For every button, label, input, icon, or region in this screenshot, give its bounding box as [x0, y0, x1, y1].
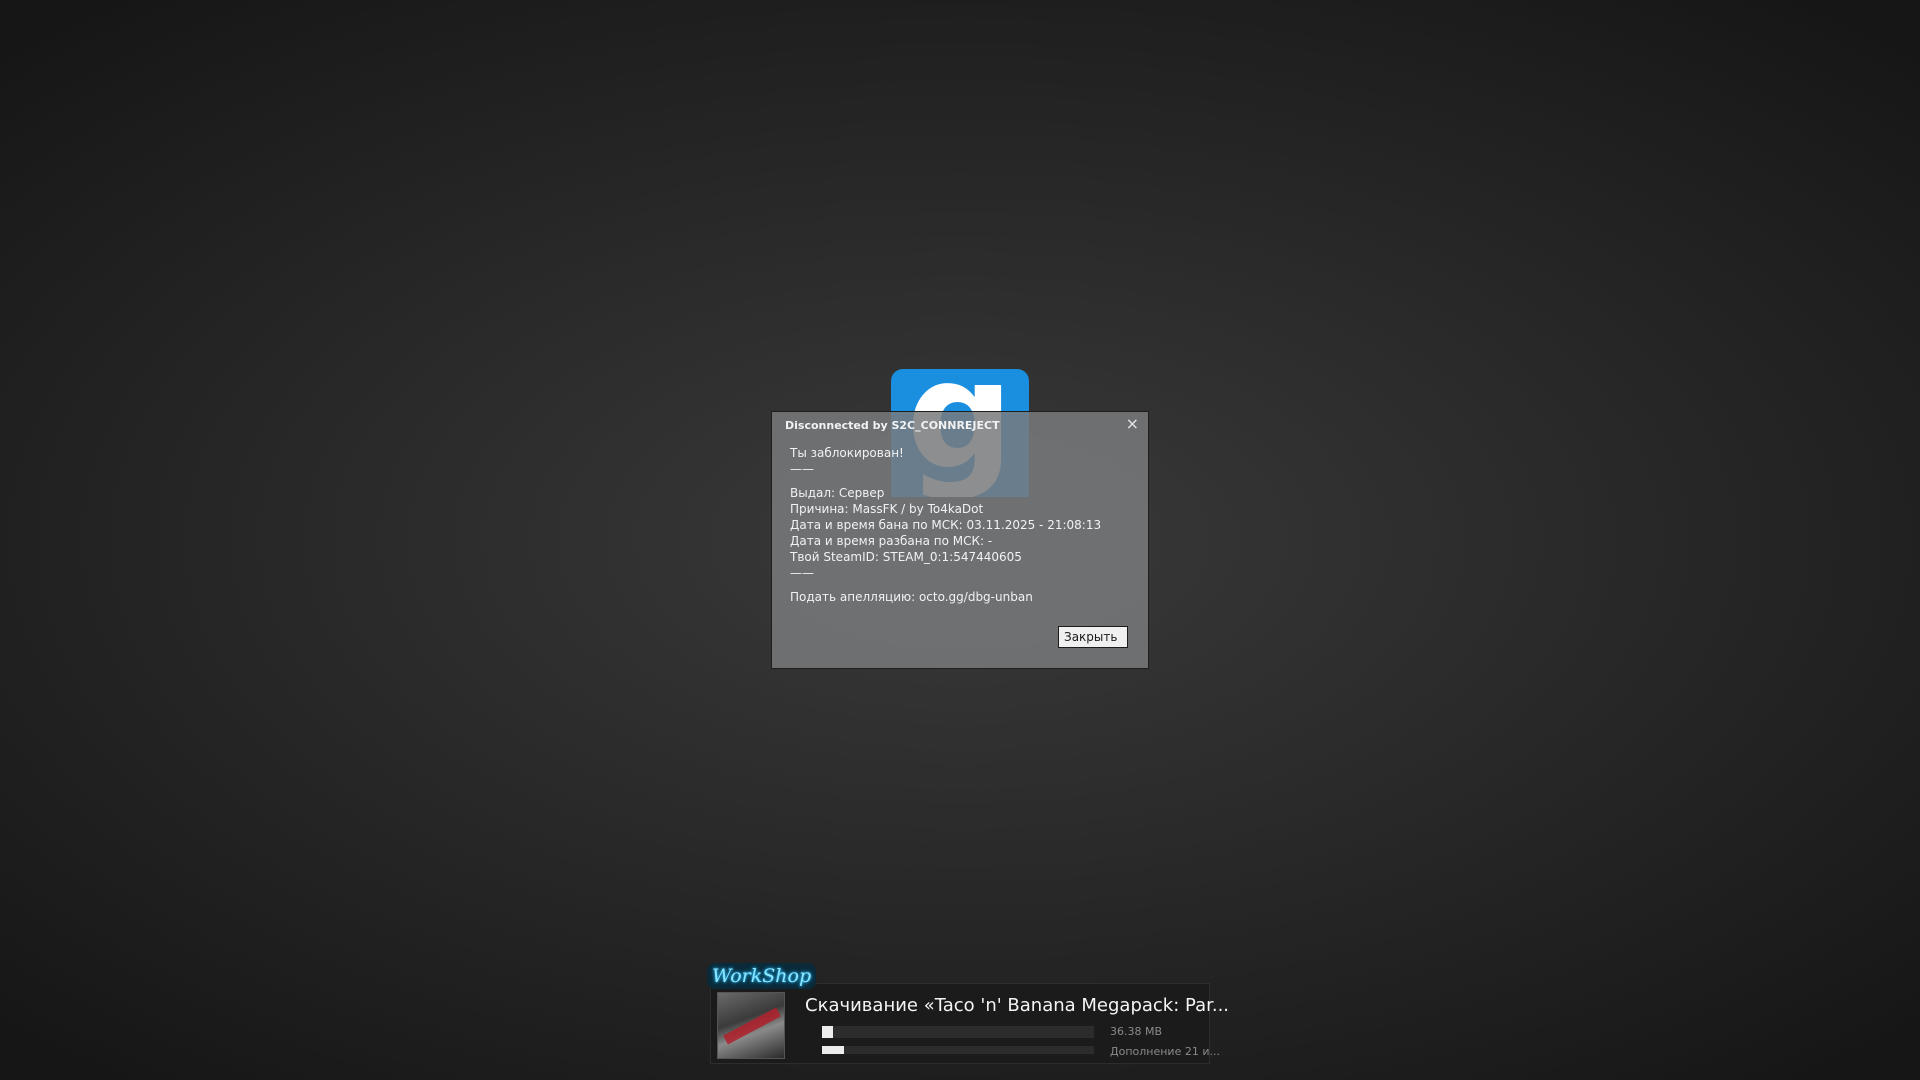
download-title: Скачивание «Taco 'n' Banana Megapack: Pa… [805, 995, 1230, 1016]
message-gap [790, 581, 1101, 589]
message-line: Ты заблокирован! [790, 446, 904, 460]
download-progress-text: Дополнение 21 и... [1110, 1045, 1220, 1058]
addon-thumbnail [717, 992, 785, 1059]
overall-progress-fill [822, 1046, 844, 1054]
overall-progress-bar [822, 1046, 1094, 1054]
item-progress-fill [822, 1026, 833, 1038]
disconnect-dialog: Disconnected by S2C_CONNREJECT × Ты забл… [771, 411, 1149, 669]
close-button[interactable]: Закрыть [1058, 626, 1128, 648]
item-progress-bar [822, 1026, 1094, 1038]
close-icon[interactable]: × [1126, 416, 1139, 432]
message-line: Подать апелляцию: octo.gg/dbg-unban [790, 590, 1033, 604]
message-separator: —— [790, 566, 814, 580]
message-gap [790, 477, 1101, 485]
workshop-badge: WorkShop [707, 963, 817, 989]
message-separator: —— [790, 462, 814, 476]
thumbnail-stamp [723, 1007, 781, 1045]
message-line: Дата и время бана по МСК: 03.11.2025 - 2… [790, 518, 1102, 532]
message-line: Выдал: Сервер [790, 486, 885, 500]
download-size: 36.38 MB [1110, 1025, 1163, 1038]
workshop-download-panel: Скачивание «Taco 'n' Banana Megapack: Pa… [710, 983, 1229, 1064]
dialog-title: Disconnected by S2C_CONNREJECT [785, 419, 1000, 432]
message-line: Твой SteamID: STEAM_0:1:547440605 [790, 550, 1022, 564]
message-line: Причина: MassFK / by To4kaDot [790, 502, 984, 516]
message-line: Дата и время разбана по МСК: - [790, 534, 993, 548]
dialog-message: Ты заблокирован! —— Выдал: Сервер Причин… [790, 445, 1101, 605]
